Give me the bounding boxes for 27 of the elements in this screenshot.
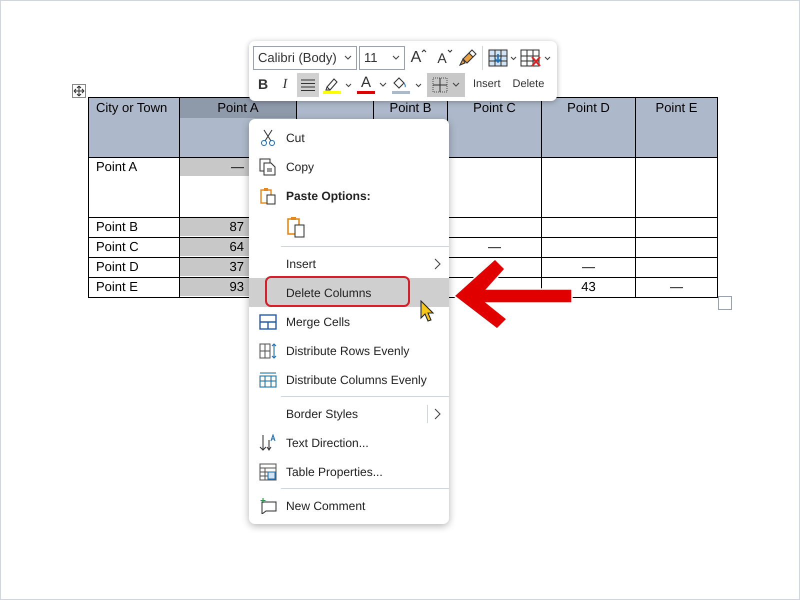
menu-item[interactable]: Text Direction... xyxy=(249,428,449,457)
table-cell: Point C xyxy=(88,238,180,258)
shrink-font-button[interactable]: A xyxy=(433,46,457,70)
delete-label[interactable]: Delete xyxy=(512,76,544,93)
table-cell: Point A xyxy=(88,158,180,218)
menu-item[interactable]: Border Styles xyxy=(249,399,449,428)
bold-button[interactable]: B xyxy=(253,72,273,96)
grow-font-button[interactable]: A xyxy=(407,46,431,70)
table-cell: Point D xyxy=(88,258,180,278)
menu-item[interactable]: New Comment xyxy=(249,491,449,520)
table-cell: — xyxy=(542,258,636,278)
menu-item[interactable]: Merge Cells xyxy=(249,307,449,336)
menu-item[interactable]: Delete Columns xyxy=(249,278,449,307)
menu-item[interactable]: Table Properties... xyxy=(249,457,449,486)
menu-item[interactable]: Distribute Columns Evenly xyxy=(249,365,449,394)
font-color-button[interactable]: A xyxy=(357,72,387,96)
italic-button[interactable]: I xyxy=(275,72,295,96)
header-cell: Point D xyxy=(542,98,636,158)
header-cell: City or Town xyxy=(88,98,180,158)
menu-item[interactable]: Distribute Rows Evenly xyxy=(249,336,449,365)
table-cell: — xyxy=(636,278,718,298)
table-cell: Point E xyxy=(88,278,180,298)
header-cell: Point E xyxy=(636,98,718,158)
size-dropdown[interactable]: 11 xyxy=(359,46,405,70)
font-dropdown[interactable]: Calibri (Body) xyxy=(253,46,357,70)
insert-label[interactable]: Insert xyxy=(473,76,501,93)
table-cell: Point B xyxy=(88,218,180,238)
